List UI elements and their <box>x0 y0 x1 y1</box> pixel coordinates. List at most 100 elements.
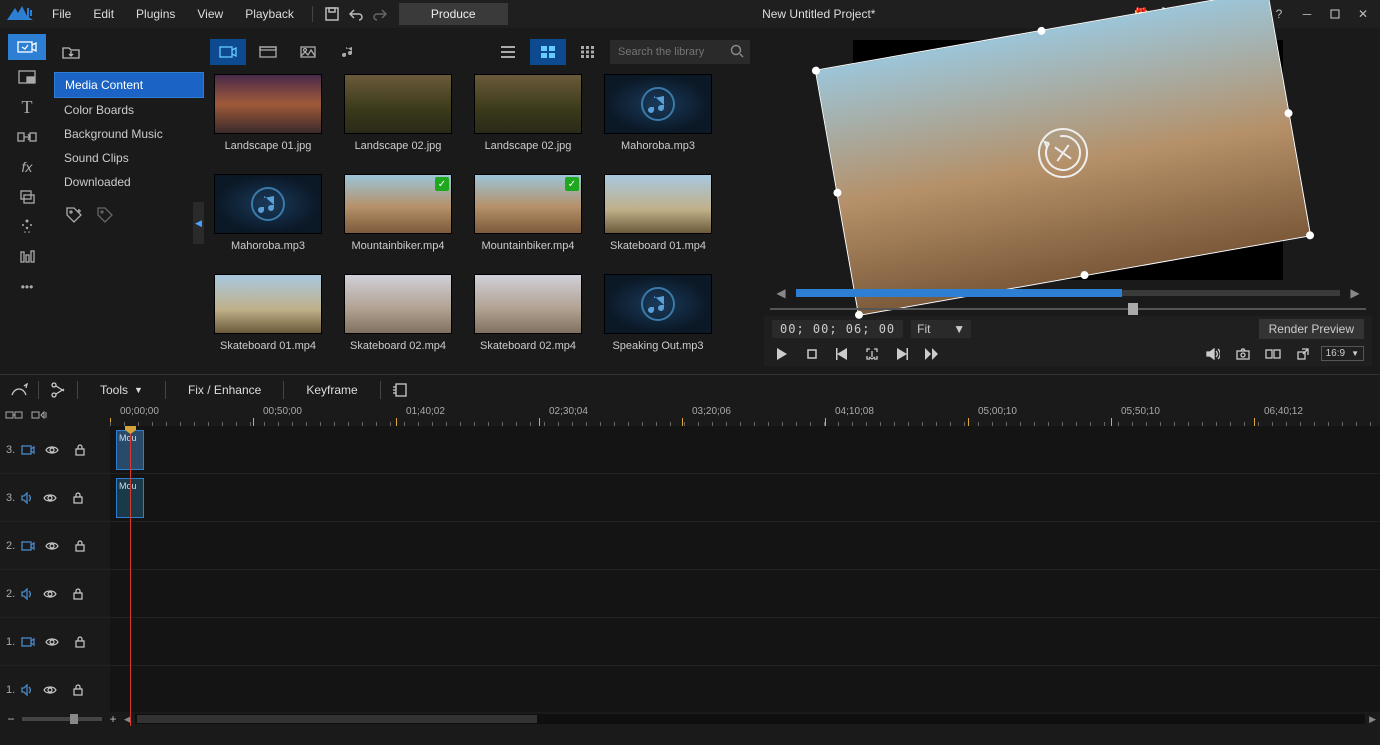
scrub-track[interactable] <box>796 290 1340 296</box>
search-input[interactable] <box>610 40 750 64</box>
library-category[interactable]: Color Boards <box>54 98 204 122</box>
import-folder-icon[interactable] <box>60 41 82 63</box>
rail-overlay[interactable] <box>8 184 46 210</box>
scrub-start-icon[interactable]: ◀ <box>770 282 792 304</box>
render-preview-button[interactable]: Render Preview <box>1259 319 1364 339</box>
save-icon[interactable] <box>321 3 343 25</box>
library-item[interactable]: ✓Mountainbiker.mp4 <box>474 174 582 252</box>
scrub-slider[interactable] <box>770 308 1366 310</box>
track-visibility-icon[interactable] <box>39 583 61 605</box>
rail-title[interactable]: T <box>8 94 46 120</box>
library-category[interactable]: Sound Clips <box>54 146 204 170</box>
track-body[interactable] <box>110 666 1380 713</box>
menu-view[interactable]: View <box>187 3 233 25</box>
rail-particles[interactable] <box>8 214 46 240</box>
timecode[interactable]: 00; 00; 06; 00 <box>772 320 903 338</box>
track-mode-a-icon[interactable] <box>4 404 26 426</box>
view-image-toggle[interactable] <box>290 39 326 65</box>
library-item[interactable]: Landscape 02.jpg <box>474 74 582 152</box>
zoom-fit-dropdown[interactable]: Fit▼ <box>911 320 971 338</box>
rotate-gizmo-icon[interactable] <box>1034 124 1092 182</box>
snapshot-icon[interactable] <box>862 344 882 364</box>
playhead[interactable] <box>130 426 131 726</box>
fast-forward-icon[interactable] <box>922 344 942 364</box>
track-lock-icon[interactable] <box>67 487 89 509</box>
preview-clip-frame[interactable] <box>815 0 1311 316</box>
view-grid-small-icon[interactable] <box>570 39 606 65</box>
track-visibility-icon[interactable] <box>41 439 63 461</box>
rail-more[interactable]: ••• <box>8 274 46 300</box>
rail-transition[interactable] <box>8 124 46 150</box>
rail-media[interactable] <box>8 34 46 60</box>
library-item[interactable]: Skateboard 01.mp4 <box>604 174 712 252</box>
redo-icon[interactable] <box>369 3 391 25</box>
rail-pip[interactable] <box>8 64 46 90</box>
view-grid-medium-icon[interactable] <box>530 39 566 65</box>
track-body[interactable] <box>110 522 1380 569</box>
track-lock-icon[interactable] <box>67 583 89 605</box>
track-lock-icon[interactable] <box>69 439 91 461</box>
close-icon[interactable]: ✕ <box>1352 3 1374 25</box>
track-visibility-icon[interactable] <box>39 487 61 509</box>
camera-snapshot-icon[interactable] <box>1233 344 1253 364</box>
view-video-toggle[interactable] <box>250 39 286 65</box>
menu-plugins[interactable]: Plugins <box>126 3 185 25</box>
track-body[interactable] <box>110 570 1380 617</box>
track-body[interactable]: Mou <box>110 426 1380 473</box>
minimize-icon[interactable]: ─ <box>1296 3 1318 25</box>
library-item[interactable]: Mahoroba.mp3 <box>604 74 712 152</box>
volume-icon[interactable] <box>1203 344 1223 364</box>
rail-audio[interactable] <box>8 244 46 270</box>
library-item[interactable]: Skateboard 02.mp4 <box>344 274 452 352</box>
preview-canvas[interactable] <box>853 40 1283 280</box>
library-item[interactable]: ✓Mountainbiker.mp4 <box>344 174 452 252</box>
tag-add-icon[interactable] <box>64 204 86 226</box>
track-header[interactable]: 2. <box>0 570 110 617</box>
track-visibility-icon[interactable] <box>39 679 61 701</box>
track-lock-icon[interactable] <box>69 535 91 557</box>
more-tools-icon[interactable] <box>389 379 411 401</box>
keyframe-button[interactable]: Keyframe <box>292 379 371 401</box>
track-header[interactable]: 1. <box>0 618 110 665</box>
aspect-ratio-dropdown[interactable]: 16:9▼ <box>1321 346 1364 361</box>
track-mode-b-icon[interactable] <box>30 404 52 426</box>
view-list-icon[interactable] <box>490 39 526 65</box>
menu-edit[interactable]: Edit <box>83 3 124 25</box>
library-category[interactable]: Background Music <box>54 122 204 146</box>
undock-icon[interactable] <box>1293 344 1313 364</box>
library-item[interactable]: Landscape 01.jpg <box>214 74 322 152</box>
timeline-hscroll[interactable] <box>135 714 1365 724</box>
scrub-end-icon[interactable]: ▶ <box>1344 282 1366 304</box>
tools-dropdown[interactable]: Tools▼ <box>86 379 157 401</box>
tag-filter-icon[interactable] <box>94 204 116 226</box>
library-category[interactable]: Downloaded <box>54 170 204 194</box>
track-header[interactable]: 3. <box>0 426 110 473</box>
play-icon[interactable] <box>772 344 792 364</box>
undo-icon[interactable] <box>345 3 367 25</box>
next-frame-icon[interactable] <box>892 344 912 364</box>
produce-button[interactable]: Produce <box>399 3 508 25</box>
rail-effects[interactable]: fx <box>8 154 46 180</box>
fix-enhance-button[interactable]: Fix / Enhance <box>174 379 275 401</box>
track-header[interactable]: 3. <box>0 474 110 521</box>
zoom-slider[interactable] <box>22 717 102 721</box>
track-header[interactable]: 2. <box>0 522 110 569</box>
maximize-icon[interactable] <box>1324 3 1346 25</box>
split-tool-icon[interactable] <box>47 379 69 401</box>
draw-tool-icon[interactable] <box>8 379 30 401</box>
library-item[interactable]: Mahoroba.mp3 <box>214 174 322 252</box>
track-lock-icon[interactable] <box>69 631 91 653</box>
library-item[interactable]: Skateboard 01.mp4 <box>214 274 322 352</box>
library-item[interactable]: Landscape 02.jpg <box>344 74 452 152</box>
library-search[interactable] <box>610 40 750 64</box>
library-item[interactable]: Speaking Out.mp3 <box>604 274 712 352</box>
menu-playback[interactable]: Playback <box>235 3 304 25</box>
zoom-out-icon[interactable]: − <box>4 712 18 726</box>
view-media-toggle[interactable] <box>210 39 246 65</box>
prev-frame-icon[interactable] <box>832 344 852 364</box>
zoom-in-icon[interactable]: + <box>106 712 120 726</box>
track-visibility-icon[interactable] <box>41 535 63 557</box>
menu-file[interactable]: File <box>42 3 81 25</box>
stop-icon[interactable] <box>802 344 822 364</box>
library-item[interactable]: Skateboard 02.mp4 <box>474 274 582 352</box>
